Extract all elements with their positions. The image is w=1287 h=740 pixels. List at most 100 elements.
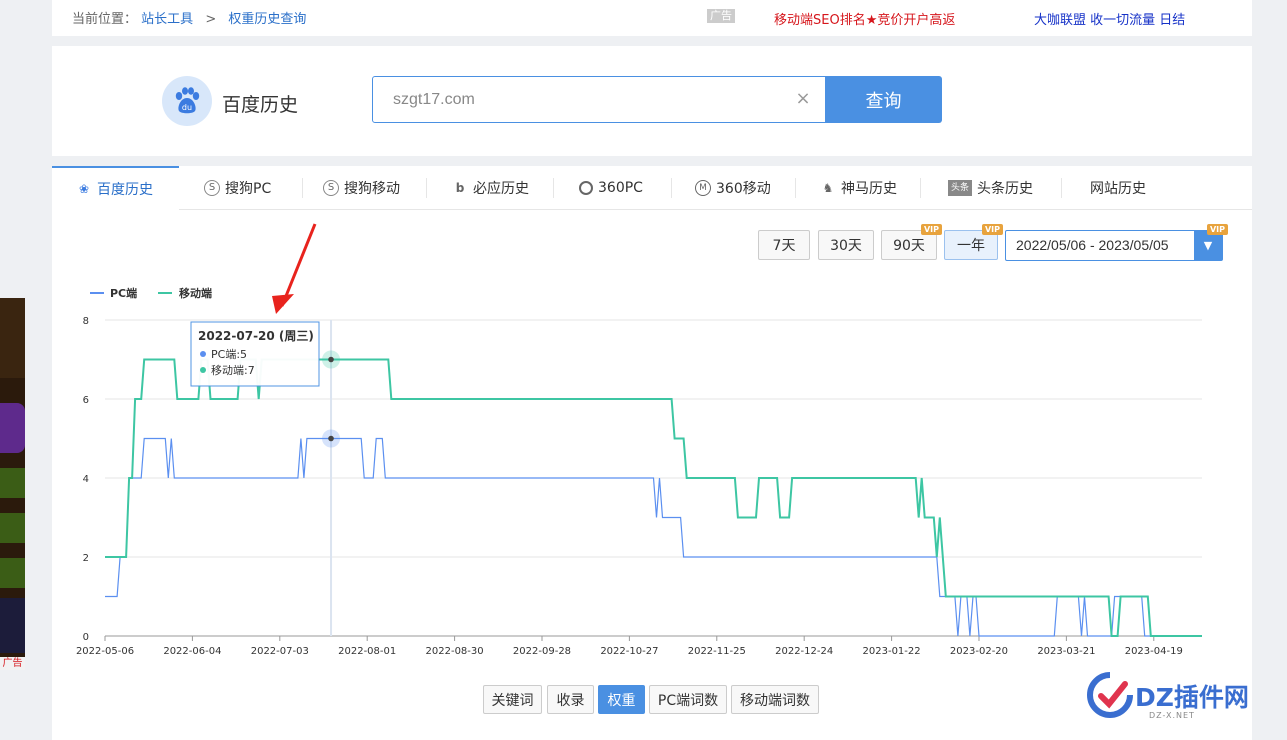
tab-label: 360移动 <box>716 181 771 197</box>
y-tick-label: 4 <box>83 474 89 485</box>
dz-logo-icon <box>1087 672 1133 718</box>
engine-title: 百度历史 <box>222 94 299 116</box>
breadcrumb-label: 当前位置： <box>72 12 138 27</box>
breadcrumb-separator: > <box>205 12 217 27</box>
x-tick-label: 2023-03-21 <box>1037 646 1095 657</box>
sogou-icon: S <box>323 180 339 196</box>
range-label: 7天 <box>772 238 796 254</box>
red-arrow-annotation <box>272 223 317 314</box>
legend-pc-label[interactable]: PC端 <box>110 286 137 300</box>
range-30d-button[interactable]: 30天 <box>818 230 874 260</box>
x-tick-label: 2023-04-19 <box>1125 646 1183 657</box>
ad-graphic <box>0 558 25 588</box>
svg-text:du: du <box>182 103 192 112</box>
range-7d-button[interactable]: 7天 <box>758 230 810 260</box>
360-mobile-icon: M <box>695 180 711 196</box>
tab-separator <box>671 178 672 198</box>
tab-360-mobile[interactable]: M 360移动 <box>695 166 771 210</box>
date-range-picker[interactable]: 2022/05/06 - 2023/05/05 ▼ VIP <box>1005 224 1228 261</box>
weight-history-chart: PC端 移动端 02468 2022-05-06 2022-06-04 2022-0… <box>76 223 1202 657</box>
tab-label: 百度历史 <box>97 182 153 198</box>
360-icon <box>579 181 593 195</box>
search-input[interactable] <box>373 77 773 122</box>
tab-separator <box>920 178 921 198</box>
tab-toutiao[interactable]: 头条 头条历史 <box>948 166 1033 210</box>
baidu-paw-icon: ❀ <box>78 182 90 196</box>
x-tick-label: 2022-10-27 <box>600 646 658 657</box>
breadcrumb: 当前位置： 站长工具 > 权重历史查询 <box>72 8 306 27</box>
x-tick-label: 2022-12-24 <box>775 646 833 657</box>
x-tick-label: 2023-02-20 <box>950 646 1008 657</box>
y-tick-label: 6 <box>83 395 89 406</box>
vip-badge: VIP <box>1206 224 1228 235</box>
ad-graphic <box>0 403 25 453</box>
breadcrumb-link-current[interactable]: 权重历史查询 <box>228 12 306 27</box>
range-label: 90天 <box>893 238 925 254</box>
clear-icon[interactable]: × <box>795 90 811 108</box>
tab-label: 搜狗移动 <box>344 181 400 197</box>
baidu-logo-icon: du <box>162 76 212 126</box>
bing-icon: b <box>455 181 465 195</box>
x-tick-label: 2022-09-28 <box>513 646 571 657</box>
tab-shenma[interactable]: ♞ 神马历史 <box>820 166 897 210</box>
pc-series-line <box>105 437 1202 637</box>
button-label: PC端词数 <box>657 692 719 709</box>
hover-point-pc <box>328 435 334 442</box>
chart-series <box>105 358 1202 637</box>
tab-label: 360PC <box>598 180 643 196</box>
tab-360-pc[interactable]: 360PC <box>579 166 643 210</box>
y-tick-label: 0 <box>83 632 89 643</box>
main-panel: ❀ 百度历史 S 搜狗PC S 搜狗移动 b 必应历史 360PC M 360移… <box>52 166 1252 740</box>
tab-label: 头条历史 <box>977 181 1033 197</box>
x-tick-label: 2023-01-22 <box>863 646 921 657</box>
mobile-word-count-button[interactable]: 移动端词数 <box>731 685 819 714</box>
date-range-value: 2022/05/06 - 2023/05/05 <box>1016 237 1169 253</box>
weight-button[interactable]: 权重 <box>598 685 645 714</box>
tab-separator <box>302 178 303 198</box>
chart-tooltip: 2022-07-20 (周三) PC端:5 移动端:7 <box>190 321 320 387</box>
dz-logo-subtext: DZ-X.NET <box>1149 711 1195 720</box>
range-label: 一年 <box>957 238 985 254</box>
tab-bing[interactable]: b 必应历史 <box>452 166 529 210</box>
search-box: × <box>372 76 826 123</box>
index-button[interactable]: 收录 <box>547 685 594 714</box>
ad-tag: 广告 <box>707 9 735 23</box>
ad-link-union[interactable]: 大咖联盟 收一切流量 日结 <box>1034 9 1185 28</box>
range-90d-button[interactable]: 90天 VIP <box>881 224 942 260</box>
tab-site-history[interactable]: 网站历史 <box>1090 166 1146 210</box>
tab-separator <box>1061 178 1062 198</box>
tab-baidu[interactable]: ❀ 百度历史 <box>52 166 179 211</box>
x-tick-label: 2022-08-30 <box>426 646 484 657</box>
tab-separator <box>795 178 796 198</box>
x-tick-label: 2022-07-03 <box>251 646 309 657</box>
chart-legend: PC端 移动端 <box>90 286 212 300</box>
chevron-down-icon[interactable]: ▼ <box>1194 231 1222 260</box>
ad-link-seo[interactable]: 移动端SEO排名★竞价开户高返 <box>774 9 955 28</box>
tooltip-pc-dot <box>200 351 206 357</box>
breadcrumb-bar: 当前位置： 站长工具 > 权重历史查询 广告 移动端SEO排名★竞价开户高返 大… <box>52 0 1252 36</box>
left-side-ad[interactable] <box>0 298 25 670</box>
button-label: 收录 <box>556 692 585 709</box>
dz-watermark-logo: DZ插件网 DZ-X.NET <box>1085 668 1275 728</box>
keywords-button[interactable]: 关键词 <box>483 685 542 714</box>
ad-graphic <box>0 298 25 378</box>
tab-separator <box>553 178 554 198</box>
tab-separator <box>426 178 427 198</box>
y-axis-ticks: 0 2 4 6 8 <box>83 316 89 643</box>
tab-label: 网站历史 <box>1090 181 1146 197</box>
x-tick-label: 2022-11-25 <box>688 646 746 657</box>
button-label: 移动端词数 <box>740 692 810 709</box>
tooltip-pc-value: PC端:5 <box>211 348 247 361</box>
tab-label: 搜狗PC <box>225 181 272 197</box>
x-tick-label: 2022-05-06 <box>76 646 134 657</box>
hover-point-mobile <box>328 356 334 363</box>
tab-sogou-pc[interactable]: S 搜狗PC <box>204 166 271 210</box>
legend-mobile-label[interactable]: 移动端 <box>179 286 212 300</box>
pc-word-count-button[interactable]: PC端词数 <box>649 685 727 714</box>
range-1y-button[interactable]: 一年 VIP <box>944 224 1003 260</box>
tab-sogou-mobile[interactable]: S 搜狗移动 <box>323 166 400 210</box>
vip-badge: VIP <box>981 224 1003 235</box>
query-button[interactable]: 查询 <box>825 76 942 123</box>
x-tick-label: 2022-08-01 <box>338 646 396 657</box>
breadcrumb-link-tools[interactable]: 站长工具 <box>141 12 193 27</box>
